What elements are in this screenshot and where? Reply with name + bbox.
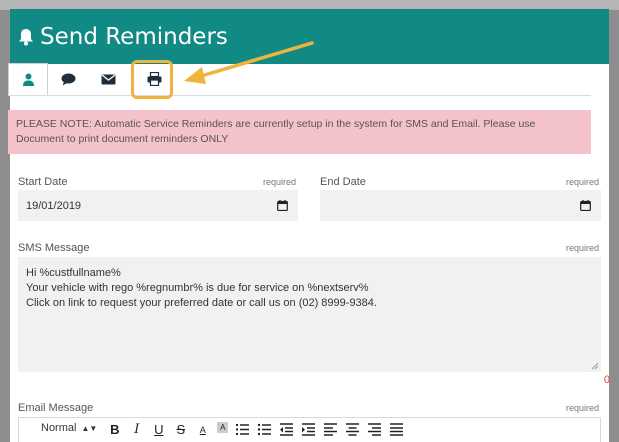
calendar-icon[interactable] xyxy=(277,200,288,211)
envelope-icon xyxy=(101,73,115,84)
user-icon xyxy=(22,73,34,86)
end-date-label: End Date xyxy=(320,176,366,188)
end-date-input[interactable] xyxy=(320,190,601,221)
sms-message-textarea[interactable]: Hi %custfullname% Your vehicle with rego… xyxy=(18,257,601,372)
bold-icon[interactable]: B xyxy=(107,422,122,437)
calendar-icon[interactable] xyxy=(580,200,591,211)
email-editor-toolbar: Normal ▲▼ B I U S A A xyxy=(18,417,601,442)
ordered-list-icon[interactable] xyxy=(235,422,250,437)
select-arrows-icon: ▲▼ xyxy=(81,423,98,433)
sms-line: Click on link to request your preferred … xyxy=(26,297,377,309)
start-date-required: required xyxy=(263,177,297,187)
sms-line: Your vehicle with rego %regnumbr% is due… xyxy=(26,282,369,294)
strikethrough-icon[interactable]: S xyxy=(173,422,188,437)
format-select[interactable]: Normal ▲▼ xyxy=(41,422,97,434)
align-left-icon[interactable] xyxy=(323,422,338,437)
start-date-value: 19/01/2019 xyxy=(26,199,82,212)
sms-message-required: required xyxy=(566,243,600,253)
email-message-required: required xyxy=(566,403,600,413)
start-date-label: Start Date xyxy=(18,176,68,188)
print-tab-highlight xyxy=(131,60,173,99)
align-center-icon[interactable] xyxy=(345,422,360,437)
end-date-required: required xyxy=(566,177,600,187)
chat-bubble-icon xyxy=(61,73,75,85)
format-select-value: Normal xyxy=(41,422,77,434)
bell-icon xyxy=(19,28,33,45)
sms-message-label: SMS Message xyxy=(18,242,90,254)
resize-handle-icon[interactable] xyxy=(591,362,599,370)
notice-banner: PLEASE NOTE: Automatic Service Reminders… xyxy=(8,110,591,154)
sms-char-counter: 0 xyxy=(603,374,610,386)
sms-line: Hi %custfullname% xyxy=(26,267,121,279)
email-message-label: Email Message xyxy=(18,402,94,414)
outdent-icon[interactable] xyxy=(279,422,294,437)
background-color-icon[interactable]: A xyxy=(217,422,229,433)
bullet-list-icon[interactable] xyxy=(257,422,272,437)
italic-icon[interactable]: I xyxy=(129,422,144,437)
align-justify-icon[interactable] xyxy=(389,422,404,437)
underline-icon[interactable]: U xyxy=(151,422,166,437)
tab-email[interactable] xyxy=(88,63,128,95)
tab-bar xyxy=(8,63,591,96)
start-date-input[interactable]: 19/01/2019 xyxy=(18,190,298,221)
tab-customer[interactable] xyxy=(8,63,48,95)
indent-icon[interactable] xyxy=(301,422,316,437)
tab-sms[interactable] xyxy=(48,63,88,95)
align-right-icon[interactable] xyxy=(367,422,382,437)
modal-header: Send Reminders xyxy=(10,9,609,64)
text-color-icon[interactable]: A xyxy=(195,422,210,437)
modal-title: Send Reminders xyxy=(40,23,228,50)
